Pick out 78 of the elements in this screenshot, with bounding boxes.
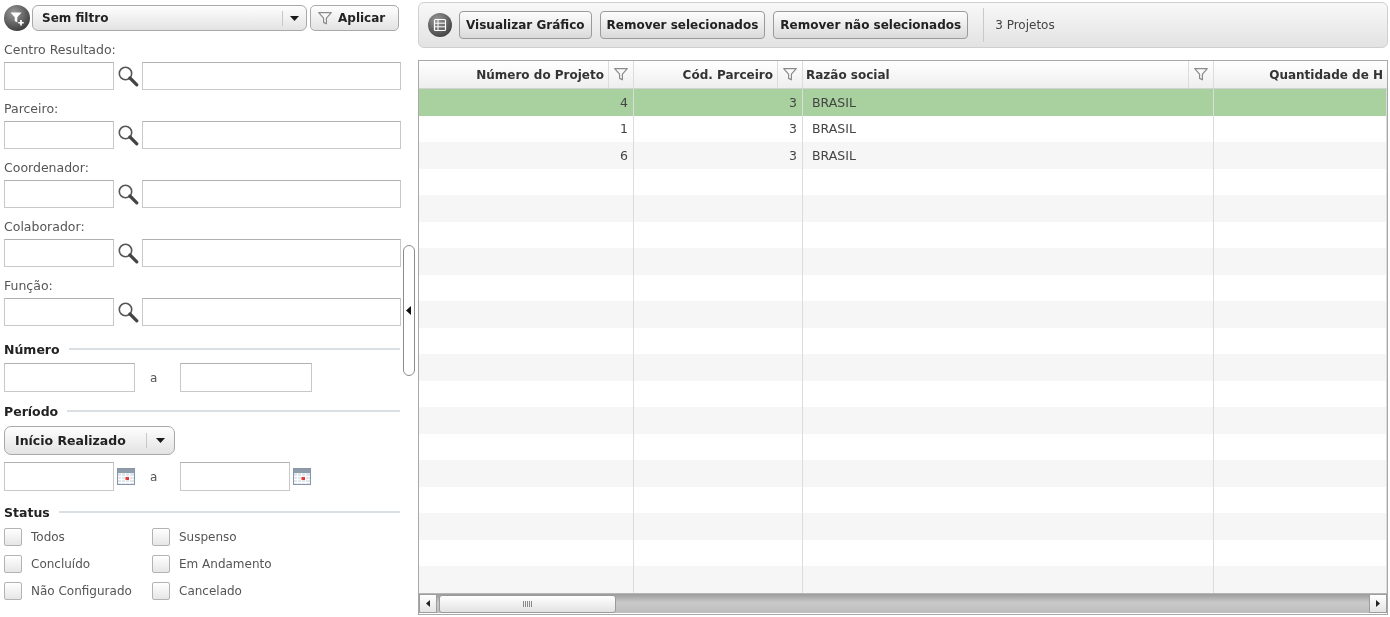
description-field[interactable]	[142, 180, 401, 208]
field-label: Função:	[4, 277, 53, 294]
code-field[interactable]	[4, 298, 114, 326]
search-icon[interactable]	[117, 124, 139, 146]
code-field[interactable]	[4, 62, 114, 90]
funnel-icon[interactable]	[783, 68, 797, 81]
checkbox[interactable]	[152, 582, 170, 600]
checkbox[interactable]	[4, 555, 22, 573]
date-from-field[interactable]	[4, 462, 114, 491]
filter-dropdown[interactable]: Sem filtro	[32, 5, 307, 31]
apply-button[interactable]: Aplicar	[310, 5, 399, 31]
funnel-plus-icon[interactable]	[4, 5, 30, 31]
description-field[interactable]	[142, 239, 401, 267]
table-icon[interactable]	[428, 13, 452, 37]
code-field[interactable]	[4, 180, 114, 208]
checkbox[interactable]	[4, 528, 22, 546]
table-cell: 3	[634, 89, 803, 116]
calendar-icon[interactable]	[117, 468, 135, 485]
description-field[interactable]	[142, 298, 401, 326]
number-to-field[interactable]	[180, 363, 312, 392]
table-cell: BRASIL	[803, 89, 1214, 116]
field-label: Parceiro:	[4, 100, 59, 117]
checkbox[interactable]	[152, 555, 170, 573]
date-to-field[interactable]	[180, 462, 290, 491]
checkbox-label[interactable]: Concluído	[31, 557, 91, 571]
scrollbar-thumb[interactable]	[439, 594, 616, 613]
code-field[interactable]	[4, 239, 114, 267]
number-from-field[interactable]	[4, 363, 135, 392]
checkbox[interactable]	[4, 582, 22, 600]
caret-left-icon	[406, 305, 411, 315]
field-label: Centro Resultado:	[4, 41, 116, 58]
checkbox-label[interactable]: Todos	[31, 530, 65, 544]
scroll-right-button[interactable]	[1369, 594, 1387, 613]
search-icon[interactable]	[117, 183, 139, 205]
arrow-left-icon	[426, 600, 430, 607]
table-row[interactable]: 4 3 BRASIL	[419, 89, 1387, 116]
code-field[interactable]	[4, 121, 114, 149]
caret-icon	[156, 438, 165, 443]
column-header[interactable]: Quantidade de H	[1269, 67, 1387, 82]
column-header[interactable]: Cód. Parceiro	[682, 67, 777, 82]
grip-icon	[522, 600, 533, 607]
section-title: Período	[4, 403, 59, 419]
table-cell: 6	[419, 142, 634, 169]
field-label: Coordenador:	[4, 159, 89, 176]
table-row[interactable]: 6 3 BRASIL	[419, 142, 1387, 169]
section-title: Status	[4, 504, 50, 520]
range-separator: a	[150, 469, 158, 484]
splitter-handle[interactable]	[403, 244, 415, 376]
column-header[interactable]: Razão social	[803, 67, 890, 82]
caret-icon	[290, 15, 299, 21]
record-count: 3 Projetos	[995, 18, 1055, 32]
checkbox-label[interactable]: Não Configurado	[31, 584, 132, 598]
table-cell: 3	[634, 142, 803, 169]
checkbox-label[interactable]: Em Andamento	[179, 557, 272, 571]
funnel-icon[interactable]	[1194, 68, 1208, 81]
search-icon[interactable]	[117, 301, 139, 323]
description-field[interactable]	[142, 62, 401, 90]
checkbox[interactable]	[152, 528, 170, 546]
checkbox-label[interactable]: Suspenso	[179, 530, 237, 544]
range-separator: a	[150, 370, 158, 385]
toolbar-button[interactable]: Remover não selecionados	[773, 11, 969, 39]
toolbar-button[interactable]: Visualizar Gráfico	[459, 11, 592, 39]
table-cell: 4	[419, 89, 634, 116]
table-cell: BRASIL	[803, 142, 1214, 169]
date-type-dropdown[interactable]: Início Realizado	[4, 426, 175, 455]
toolbar-button[interactable]: Remover selecionados	[599, 11, 766, 39]
calendar-icon[interactable]	[293, 468, 311, 485]
column-header[interactable]: Número do Projeto	[476, 67, 608, 82]
funnel-icon	[318, 11, 332, 25]
field-label: Colaborador:	[4, 218, 85, 235]
description-field[interactable]	[142, 121, 401, 149]
checkbox-label[interactable]: Cancelado	[179, 584, 242, 598]
funnel-icon[interactable]	[614, 68, 628, 81]
search-icon[interactable]	[117, 65, 139, 87]
scroll-left-button[interactable]	[419, 594, 437, 613]
section-title: Número	[4, 341, 60, 357]
search-icon[interactable]	[117, 242, 139, 264]
arrow-right-icon	[1376, 600, 1380, 607]
